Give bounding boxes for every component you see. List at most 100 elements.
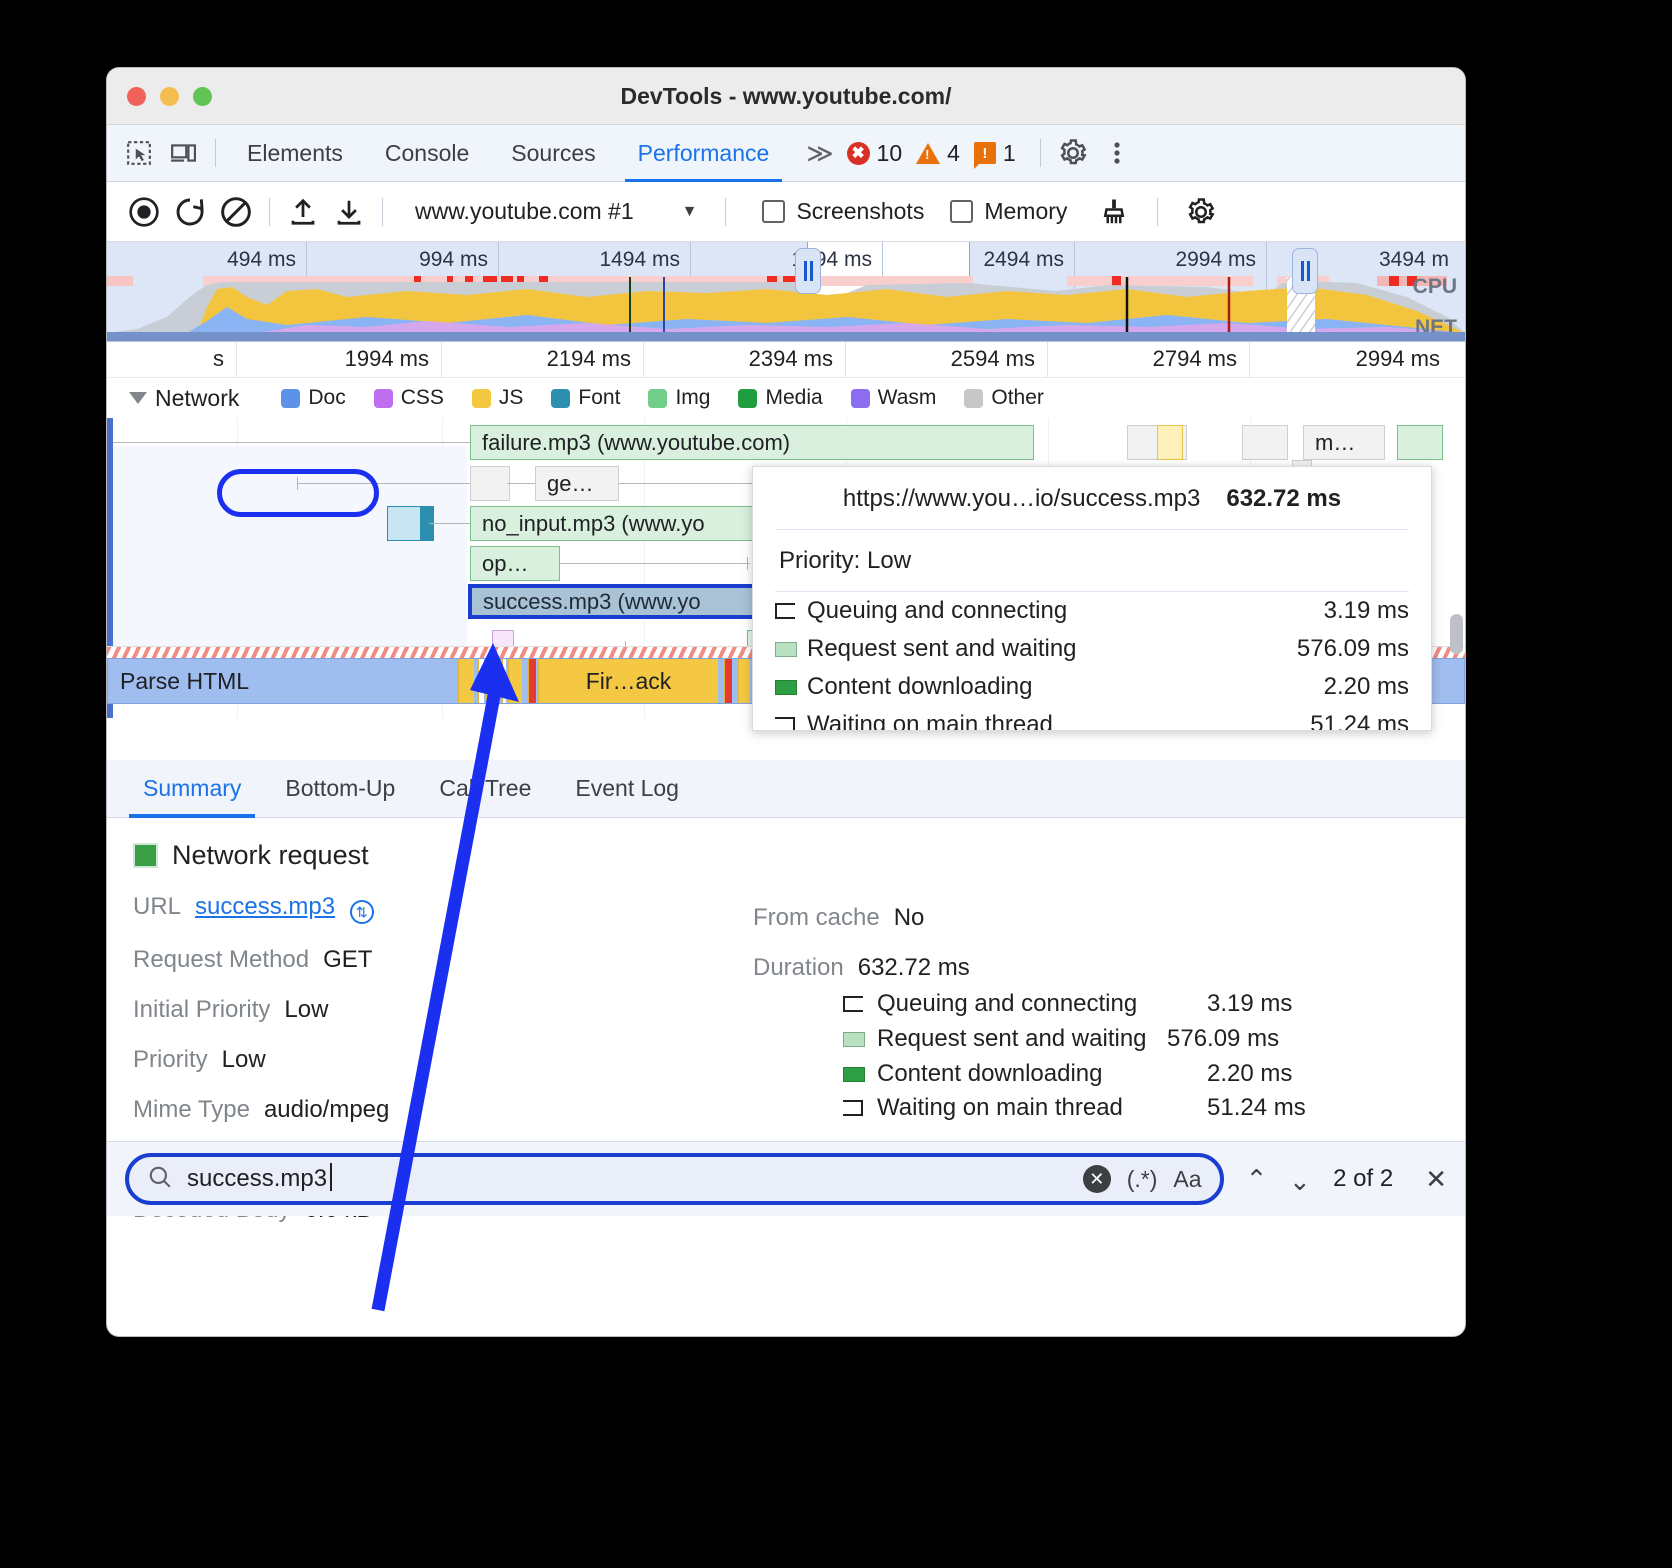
network-track-toggle[interactable]: Network [123, 382, 253, 415]
upload-profile-icon[interactable] [280, 189, 326, 235]
close-window-button[interactable] [127, 87, 146, 106]
network-request-tooltip: https://www.you…io/success.mp3 632.72 ms… [752, 466, 1432, 731]
tab-elements[interactable]: Elements [226, 125, 364, 182]
search-input-value[interactable]: success.mp3 [187, 1165, 327, 1193]
match-case-button[interactable]: Aa [1173, 1166, 1201, 1193]
request-bar-js[interactable] [1157, 425, 1183, 460]
bracket-left-icon [775, 603, 807, 619]
regex-toggle-button[interactable]: (.*) [1127, 1166, 1158, 1193]
timeline-tick: s [107, 342, 237, 377]
clear-recording-button[interactable] [213, 189, 259, 235]
toolbar-divider [215, 139, 216, 167]
screenshots-checkbox[interactable]: Screenshots [762, 198, 924, 225]
tooltip-row-value: 51.24 ms [1310, 711, 1409, 731]
memory-checkbox[interactable]: Memory [950, 198, 1067, 225]
error-icon: ✖ [847, 142, 870, 165]
device-toolbar-icon[interactable] [161, 131, 205, 175]
details-tab-strip: Summary Bottom-Up Call Tree Event Log [107, 760, 1465, 818]
tooltip-duration: 632.72 ms [1226, 485, 1341, 513]
session-selector[interactable]: www.youtube.com #1 ▼ [415, 198, 697, 225]
overview-left-handle[interactable] [795, 248, 821, 294]
duration-row-value: 2.20 ms [1207, 1060, 1292, 1088]
request-bar-other[interactable] [1242, 425, 1288, 460]
search-next-icon[interactable]: ⌃ [1289, 1164, 1311, 1195]
warning-counter[interactable]: 4 [916, 140, 960, 167]
search-match-count: 2 of 2 [1333, 1165, 1393, 1193]
window-controls[interactable] [127, 87, 212, 106]
request-bar-gray-1[interactable] [470, 466, 510, 501]
capture-settings-gear-icon[interactable] [1178, 189, 1224, 235]
legend-swatch [374, 389, 393, 408]
timeline-tick: 2794 ms [1048, 342, 1250, 377]
tab-call-tree[interactable]: Call Tree [417, 760, 553, 818]
clear-search-icon[interactable]: ✕ [1083, 1165, 1111, 1193]
timeline-overview[interactable]: 494 ms 994 ms 1494 ms 1994 ms 2494 ms 29… [107, 242, 1465, 342]
legend-font: Font [551, 386, 620, 410]
field-value[interactable]: success.mp3 ⇅ [195, 893, 374, 924]
download-profile-icon[interactable] [326, 189, 372, 235]
request-bar-op[interactable]: op… [470, 546, 560, 581]
bracket-left-icon [843, 996, 877, 1012]
request-bar-font[interactable] [387, 506, 421, 541]
field-value: Low [222, 1046, 266, 1074]
request-bar-failure[interactable]: failure.mp3 (www.youtube.com) [470, 425, 1034, 460]
record-button[interactable] [121, 189, 167, 235]
url-link[interactable]: success.mp3 [195, 893, 335, 920]
request-bar-ge[interactable]: ge… [535, 466, 619, 501]
maximize-window-button[interactable] [193, 87, 212, 106]
tab-bottom-up[interactable]: Bottom-Up [263, 760, 417, 818]
tab-summary[interactable]: Summary [121, 760, 263, 818]
request-bar-m[interactable]: m… [1303, 425, 1385, 460]
field-value: No [894, 904, 925, 932]
minimize-window-button[interactable] [160, 87, 179, 106]
legend-label: CSS [401, 386, 444, 410]
search-prev-icon[interactable]: ⌃ [1246, 1164, 1268, 1195]
tab-performance[interactable]: Performance [617, 125, 791, 182]
legend-label: Media [765, 386, 822, 410]
close-search-icon[interactable]: ✕ [1425, 1164, 1447, 1195]
overview-right-handle[interactable] [1292, 248, 1318, 294]
tooltip-header: https://www.you…io/success.mp3 632.72 ms [775, 467, 1409, 530]
legend-doc: Doc [281, 386, 345, 410]
reload-and-record-button[interactable] [167, 189, 213, 235]
tooltip-row-label: Waiting on main thread [807, 711, 1310, 731]
tab-console[interactable]: Console [364, 125, 490, 182]
field-key: Priority [133, 1046, 208, 1074]
tracks-scrollbar-2[interactable] [1450, 614, 1463, 654]
first-paint-block[interactable]: Fir…ack [538, 659, 718, 703]
legend-swatch [551, 389, 570, 408]
screenshot-root: DevTools - www.youtube.com/ Elements Con… [0, 0, 1672, 1568]
reveal-in-network-icon[interactable]: ⇅ [350, 900, 374, 924]
legend-img: Img [648, 386, 710, 410]
performance-toolbar: www.youtube.com #1 ▼ Screenshots Memory [107, 182, 1465, 242]
error-counter[interactable]: ✖ 10 [847, 140, 903, 167]
tab-event-log[interactable]: Event Log [553, 760, 701, 818]
settings-gear-icon[interactable] [1051, 131, 1095, 175]
window-title: DevTools - www.youtube.com/ [107, 83, 1465, 110]
legend-swatch [851, 389, 870, 408]
toolbar-divider-2 [1040, 139, 1041, 167]
rec-divider-3 [725, 198, 726, 226]
request-bar-img[interactable] [1397, 425, 1443, 460]
inspect-element-icon[interactable] [117, 131, 161, 175]
tab-sources[interactable]: Sources [490, 125, 616, 182]
summary-heading: Network request [133, 840, 753, 871]
search-icon [147, 1164, 173, 1195]
bracket-right-icon [775, 717, 807, 731]
field-key: Mime Type [133, 1096, 250, 1124]
cpu-track-label: CPU [1413, 275, 1457, 299]
network-track-label: Network [155, 385, 239, 412]
memory-label: Memory [984, 198, 1067, 225]
screenshots-checkbox-box [762, 200, 785, 223]
search-field[interactable]: success.mp3 ✕ (.*) Aa [125, 1153, 1224, 1205]
legend-js: JS [472, 386, 524, 410]
duration-row-waiting-main-thread: Waiting on main thread 51.24 ms [843, 1094, 1439, 1122]
issues-counter[interactable]: ! 1 [974, 140, 1016, 167]
garbage-collect-icon[interactable] [1091, 189, 1137, 235]
tooltip-row-value: 2.20 ms [1324, 673, 1409, 701]
timeline-tracks: s 1994 ms 2194 ms 2394 ms 2594 ms 2794 m… [107, 342, 1465, 760]
more-options-icon[interactable] [1095, 131, 1139, 175]
summary-field-url: URL success.mp3 ⇅ [133, 893, 753, 924]
duration-row-label: Request sent and waiting [877, 1024, 1167, 1054]
more-tabs-icon[interactable]: ≫ [790, 138, 846, 169]
